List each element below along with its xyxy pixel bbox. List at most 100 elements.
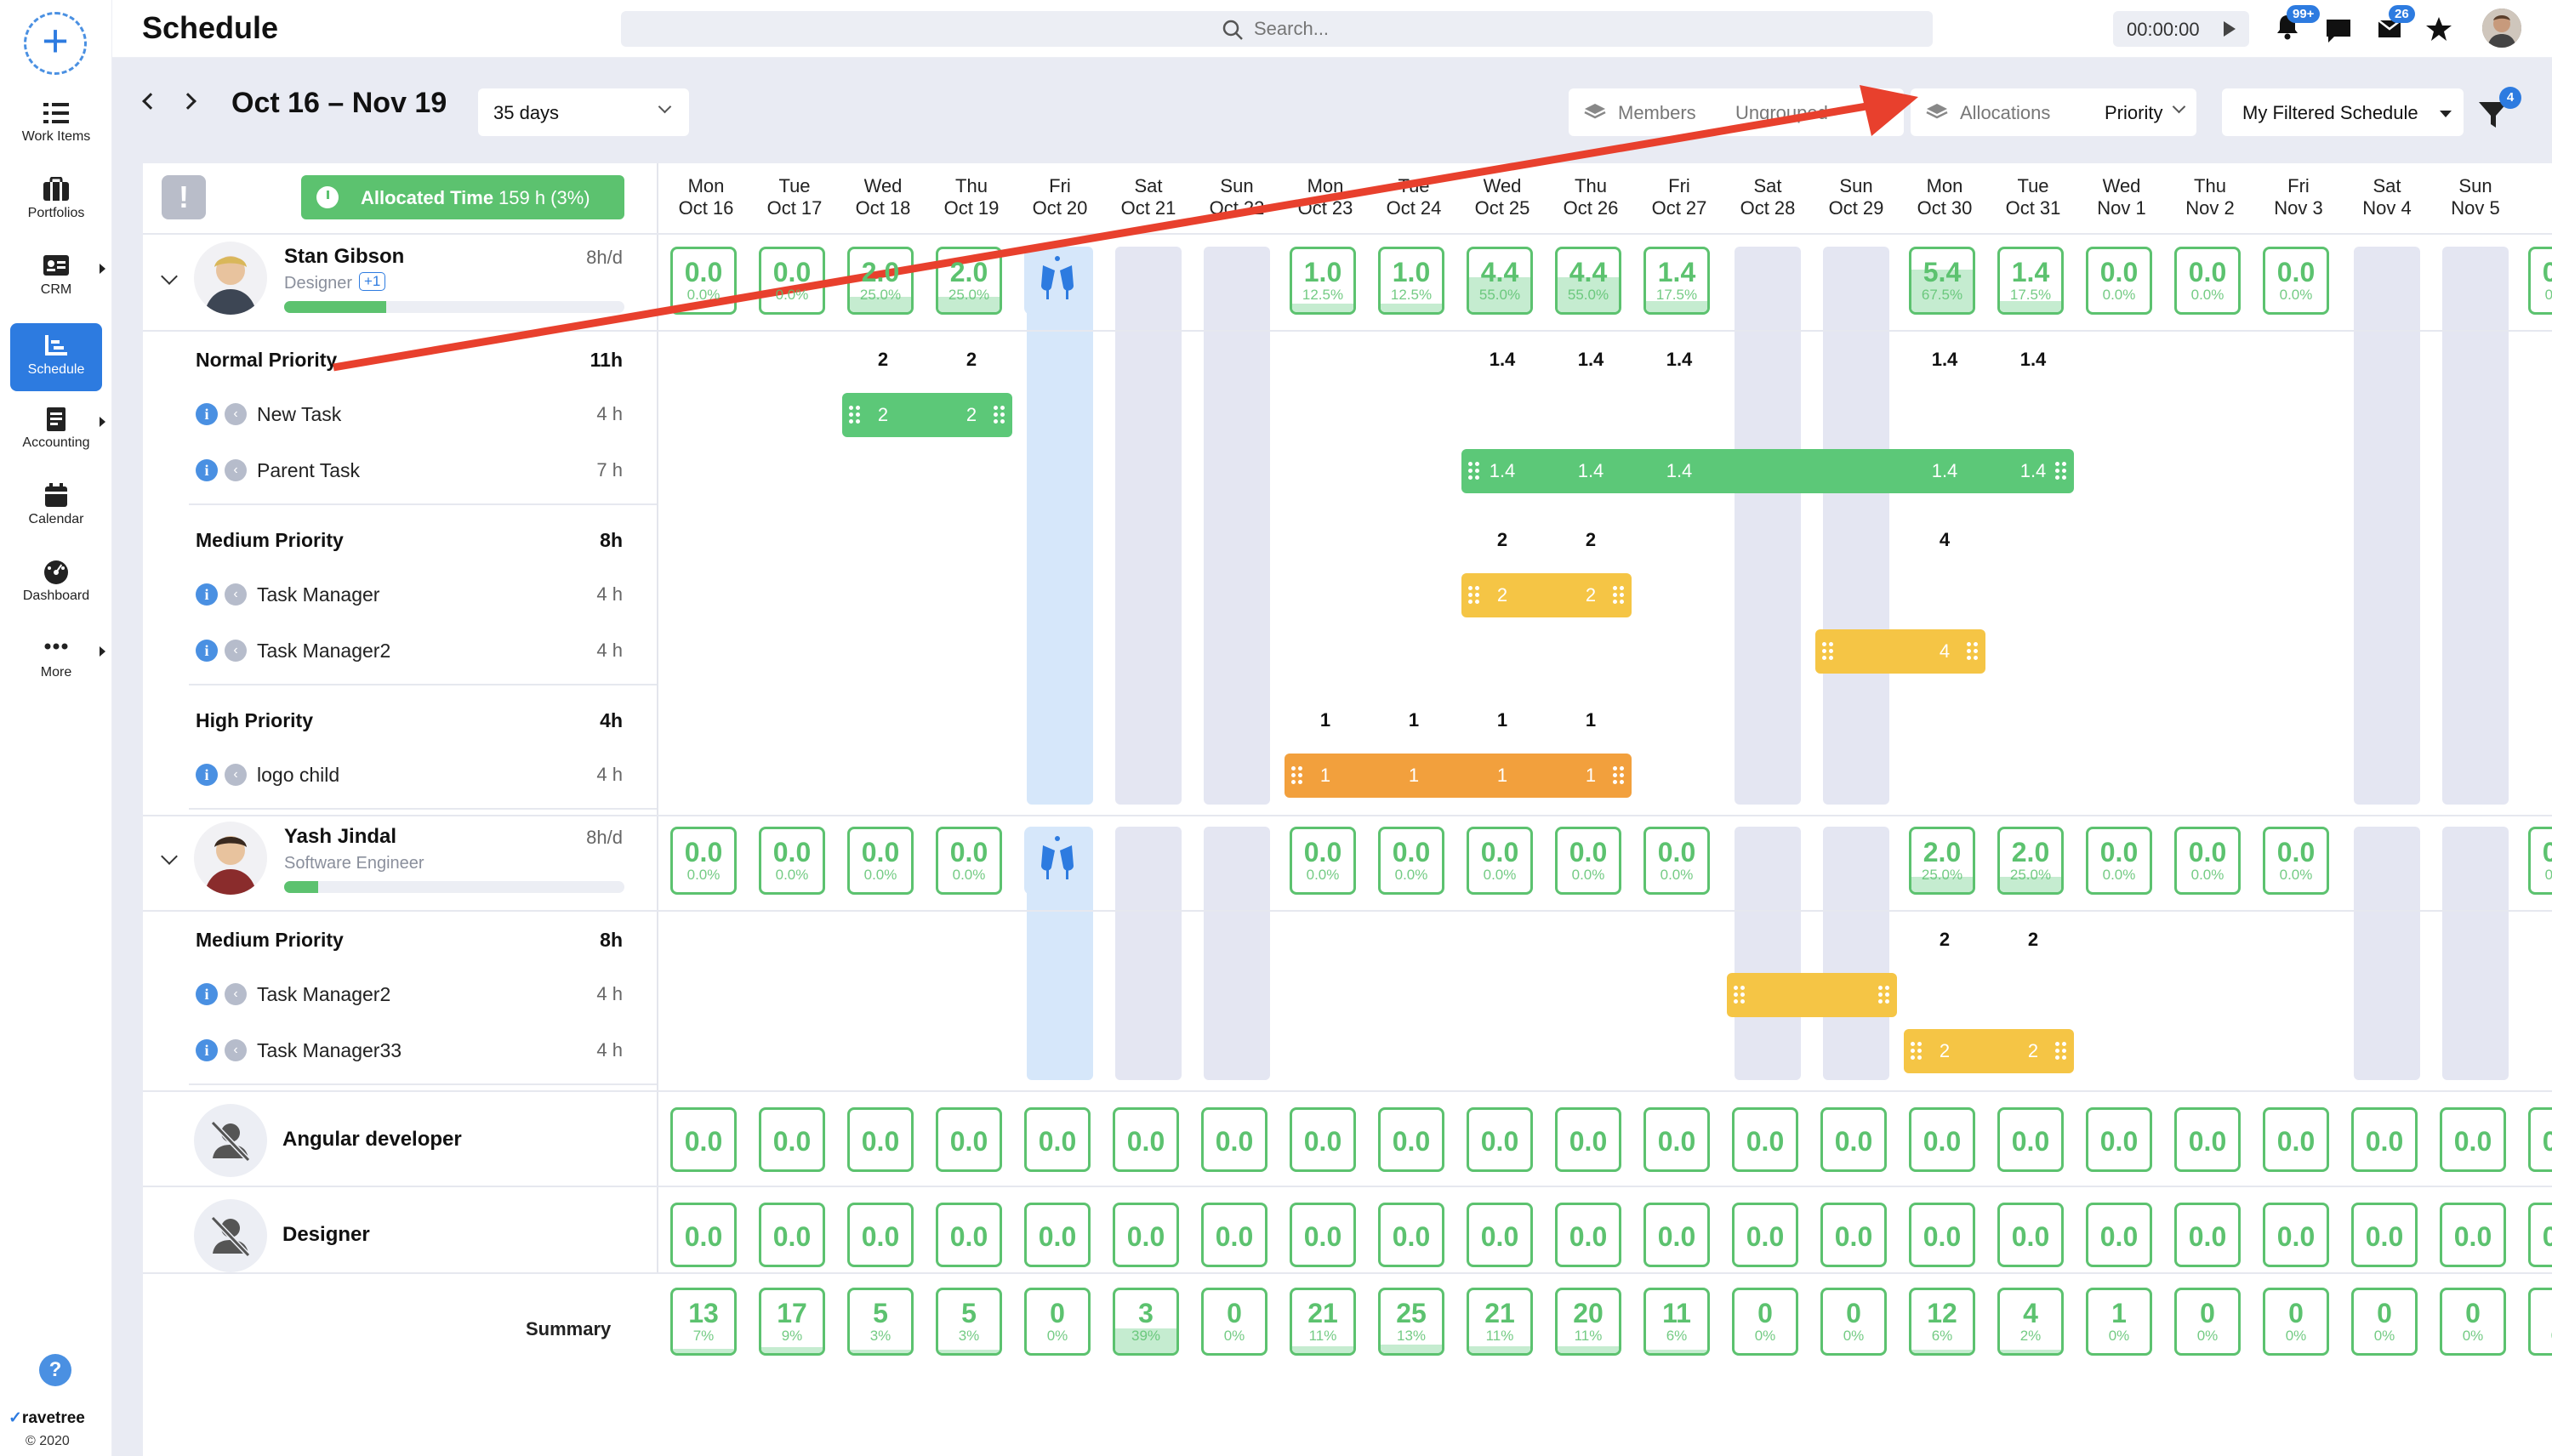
back-icon[interactable]: ‹	[225, 640, 247, 662]
sidebar-item-dashboard[interactable]: Dashboard	[10, 560, 102, 604]
role-allocation-cell[interactable]: 0.0	[759, 1203, 825, 1267]
role-allocation-cell[interactable]: 0.0	[1201, 1107, 1267, 1172]
role-allocation-cell[interactable]: 0.0	[2263, 1107, 2329, 1172]
role-name[interactable]: Angular developer	[282, 1128, 462, 1152]
allocation-cell[interactable]: 0.00.0%	[936, 827, 1002, 895]
role-allocation-cell[interactable]: 0.0	[1378, 1107, 1444, 1172]
sidebar-item-calendar[interactable]: Calendar	[10, 483, 102, 527]
info-icon[interactable]: i	[196, 1039, 218, 1061]
role-allocation-cell[interactable]: 0.0	[1024, 1107, 1091, 1172]
role-allocation-cell[interactable]: 0.0	[936, 1107, 1002, 1172]
role-name[interactable]: Designer	[282, 1223, 370, 1247]
task-name[interactable]: New Task	[257, 403, 341, 426]
allocation-cell[interactable]: 0.00.0%	[847, 827, 914, 895]
role-allocation-cell[interactable]: 0.0	[2351, 1107, 2418, 1172]
allocation-cell[interactable]: 0.00.0%	[759, 827, 825, 895]
role-allocation-cell[interactable]: 0.0	[670, 1107, 737, 1172]
role-allocation-cell[interactable]: 0.0	[2528, 1107, 2552, 1172]
role-allocation-cell[interactable]: 0.0	[2174, 1203, 2241, 1267]
role-allocation-cell[interactable]: 0.0	[2086, 1107, 2152, 1172]
allocation-cell[interactable]: 0.00.0%	[1555, 827, 1621, 895]
drag-handle-icon[interactable]	[1878, 986, 1890, 1004]
allocation-bar[interactable]: 1.4 1.4 1.4 1.4 1.4	[1461, 449, 2074, 493]
back-icon[interactable]: ‹	[225, 983, 247, 1005]
back-icon[interactable]: ‹	[225, 583, 247, 606]
days-select[interactable]: 35 days	[478, 88, 689, 136]
allocation-bar[interactable]: 22	[1461, 573, 1632, 617]
task-name[interactable]: Task Manager2	[257, 640, 390, 663]
allocation-cell[interactable]: 0.00.0%	[670, 827, 737, 895]
info-icon[interactable]: i	[196, 640, 218, 662]
create-button[interactable]: +	[24, 12, 87, 75]
task-name[interactable]: Task Manager2	[257, 983, 390, 1006]
back-icon[interactable]: ‹	[225, 764, 247, 786]
allocation-cell[interactable]: 0.00.0%	[670, 247, 737, 315]
allocation-cell[interactable]: 0.00.0%	[1643, 827, 1710, 895]
role-allocation-cell[interactable]: 0.0	[1467, 1203, 1533, 1267]
role-allocation-cell[interactable]: 0.0	[1113, 1107, 1179, 1172]
role-allocation-cell[interactable]: 0.0	[1820, 1107, 1887, 1172]
role-allocation-cell[interactable]: 0.0	[1643, 1107, 1710, 1172]
allocation-cell[interactable]: 0.00.0%	[2263, 827, 2329, 895]
role-allocation-cell[interactable]: 0.0	[1555, 1203, 1621, 1267]
allocation-cell[interactable]: 1.0 12.5%	[1290, 247, 1356, 315]
allocation-cell[interactable]: 2.0 25.0%	[1909, 827, 1975, 895]
role-allocation-cell[interactable]: 0.0	[2174, 1107, 2241, 1172]
allocation-cell[interactable]: 0.00.0%	[2528, 247, 2552, 315]
role-allocation-cell[interactable]: 0.0	[1732, 1107, 1798, 1172]
role-allocation-cell[interactable]: 0.0	[1997, 1107, 2064, 1172]
sidebar-item-schedule[interactable]: Schedule	[10, 323, 102, 391]
sidebar-item-work-items[interactable]: Work Items	[10, 100, 102, 145]
allocation-bar[interactable]: 22	[842, 393, 1012, 437]
role-allocation-cell[interactable]: 0.0	[847, 1203, 914, 1267]
allocation-cell[interactable]: 0.00.0%	[1378, 827, 1444, 895]
task-name[interactable]: Parent Task	[257, 459, 360, 482]
allocation-cell[interactable]: 2.0 25.0%	[936, 247, 1002, 315]
role-allocation-cell[interactable]: 0.0	[936, 1203, 1002, 1267]
drag-handle-icon[interactable]	[1822, 642, 1834, 661]
info-icon[interactable]: i	[196, 403, 218, 425]
info-icon[interactable]: i	[196, 764, 218, 786]
user-avatar[interactable]	[2482, 9, 2521, 48]
person-name[interactable]: Yash Jindal	[284, 825, 396, 849]
role-allocation-cell[interactable]: 0.0	[2086, 1203, 2152, 1267]
role-allocation-cell[interactable]: 0.0	[2528, 1203, 2552, 1267]
role-allocation-cell[interactable]: 0.0	[1909, 1107, 1975, 1172]
allocation-cell[interactable]: 0.00.0%	[1467, 827, 1533, 895]
allocation-cell[interactable]: 4.4 55.0%	[1555, 247, 1621, 315]
role-allocation-cell[interactable]: 0.0	[1290, 1107, 1356, 1172]
allocation-cell[interactable]: 0.00.0%	[1290, 827, 1356, 895]
role-allocation-cell[interactable]: 0.0	[2263, 1203, 2329, 1267]
prev-range-button[interactable]	[142, 93, 159, 110]
role-allocation-cell[interactable]: 0.0	[1290, 1203, 1356, 1267]
role-allocation-cell[interactable]: 0.0	[2351, 1203, 2418, 1267]
role-allocation-cell[interactable]: 0.0	[2440, 1203, 2506, 1267]
allocation-cell[interactable]: 0.00.0%	[2174, 247, 2241, 315]
allocation-cell[interactable]: 0.00.0%	[759, 247, 825, 315]
back-icon[interactable]: ‹	[225, 1039, 247, 1061]
sidebar-item-portfolios[interactable]: Portfolios	[10, 177, 102, 221]
info-icon[interactable]: i	[196, 583, 218, 606]
role-allocation-cell[interactable]: 0.0	[1378, 1203, 1444, 1267]
info-icon[interactable]: i	[196, 459, 218, 481]
chat-icon[interactable]	[2324, 17, 2353, 44]
next-range-button[interactable]	[179, 93, 197, 110]
role-allocation-cell[interactable]: 0.0	[1555, 1107, 1621, 1172]
role-allocation-cell[interactable]: 0.0	[1909, 1203, 1975, 1267]
allocation-cell[interactable]: 0.00.0%	[2263, 247, 2329, 315]
allocation-cell[interactable]: 5.4 67.5%	[1909, 247, 1975, 315]
role-allocation-cell[interactable]: 0.0	[1024, 1203, 1091, 1267]
person-name[interactable]: Stan Gibson	[284, 245, 404, 269]
sidebar-item-more[interactable]: More	[10, 636, 105, 680]
task-name[interactable]: Task Manager	[257, 583, 379, 606]
search-input[interactable]	[1254, 15, 1849, 43]
allocation-cell[interactable]: 1.4 17.5%	[1643, 247, 1710, 315]
inbox-button[interactable]: 26	[2375, 5, 2415, 46]
notifications-button[interactable]: 99+	[2273, 5, 2321, 46]
role-allocation-cell[interactable]: 0.0	[1820, 1203, 1887, 1267]
allocation-cell[interactable]: 1.0 12.5%	[1378, 247, 1444, 315]
role-allocation-cell[interactable]: 0.0	[1732, 1203, 1798, 1267]
role-allocation-cell[interactable]: 0.0	[1643, 1203, 1710, 1267]
allocation-cell[interactable]: 2.0 25.0%	[847, 247, 914, 315]
role-allocation-cell[interactable]: 0.0	[670, 1203, 737, 1267]
